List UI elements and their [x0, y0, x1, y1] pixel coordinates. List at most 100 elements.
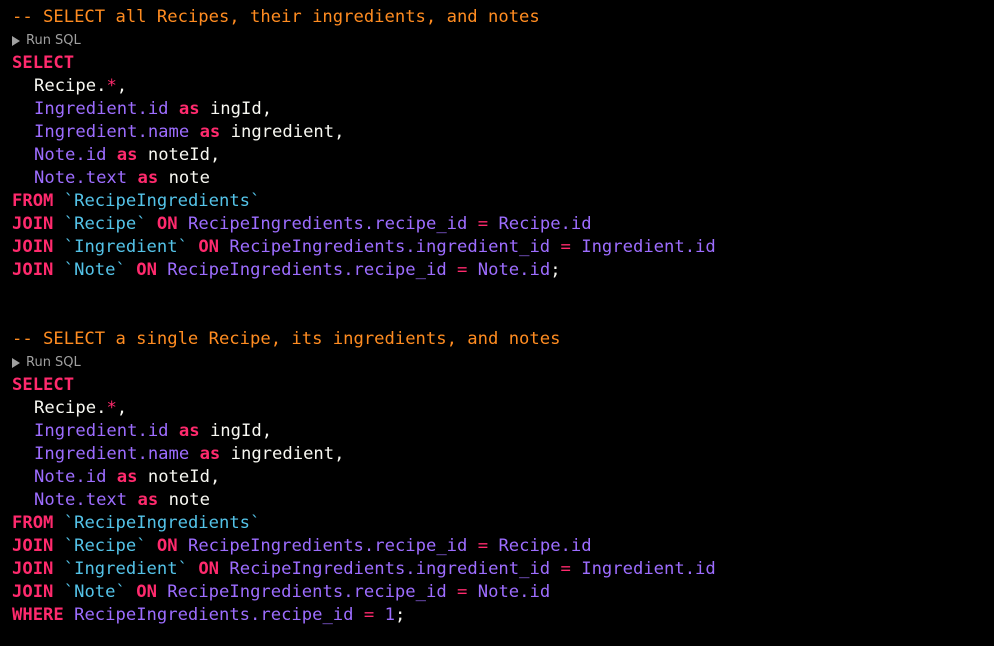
code-line: JOIN `Ingredient` ON RecipeIngredients.i…: [0, 558, 994, 581]
code-line: Ingredient.name as ingredient,: [0, 443, 994, 466]
comma: ,: [116, 398, 128, 418]
run-sql-label: Run SQL: [26, 33, 81, 48]
code-line: FROM `RecipeIngredients`: [0, 512, 994, 535]
column-ref: RecipeIngredients.recipe_id: [187, 214, 468, 234]
column-alias: ingId,: [209, 421, 273, 441]
keyword-join: JOIN: [12, 260, 54, 280]
table-name: `Note`: [63, 260, 126, 280]
keyword-as: as: [178, 421, 200, 441]
keyword-select: SELECT: [12, 375, 75, 395]
code-line: JOIN `Recipe` ON RecipeIngredients.recip…: [0, 535, 994, 558]
comma: ,: [116, 76, 128, 96]
table-name: `Note`: [63, 582, 126, 602]
column-alias: ingId,: [209, 99, 273, 119]
column-alias: ingredient,: [230, 444, 345, 464]
run-sql-label: Run SQL: [26, 355, 81, 370]
equals-operator: =: [457, 260, 468, 280]
keyword-as: as: [137, 168, 159, 188]
code-line: Note.text as note: [0, 167, 994, 190]
equals-operator: =: [477, 214, 489, 234]
code-line: Note.id as noteId,: [0, 144, 994, 167]
column-ref: RecipeIngredients.ingredient_id: [229, 559, 551, 579]
code-line: Recipe.*,: [0, 75, 994, 98]
semicolon: ;: [394, 605, 406, 625]
column-alias: noteId,: [147, 467, 221, 487]
code-line: JOIN `Ingredient` ON RecipeIngredients.i…: [0, 236, 994, 259]
column-ref: RecipeIngredients.recipe_id: [187, 536, 468, 556]
keyword-from: FROM: [12, 513, 54, 533]
code-line: Note.id as noteId,: [0, 466, 994, 489]
table-name: `RecipeIngredients`: [63, 191, 261, 211]
keyword-on: ON: [198, 559, 220, 579]
keyword-on: ON: [156, 536, 178, 556]
column-alias: note: [168, 490, 210, 510]
code-line: JOIN `Note` ON RecipeIngredients.recipe_…: [0, 581, 994, 604]
keyword-on: ON: [156, 214, 178, 234]
column-ref: RecipeIngredients.recipe_id: [74, 605, 354, 625]
equals-operator: =: [477, 536, 489, 556]
star-operator: *: [106, 76, 117, 96]
sql-comment: -- SELECT all Recipes, their ingredients…: [12, 7, 540, 27]
table-name: `Ingredient`: [63, 559, 188, 579]
equals-operator: =: [457, 582, 468, 602]
column-ref: Ingredient.id: [581, 237, 716, 257]
column-ref: RecipeIngredients.recipe_id: [167, 582, 447, 602]
table-name: `Recipe`: [63, 214, 147, 234]
column-ref: Recipe.id: [498, 214, 592, 234]
code-line: WHERE RecipeIngredients.recipe_id = 1;: [0, 604, 994, 627]
code-line: FROM `RecipeIngredients`: [0, 190, 994, 213]
column-ref: Recipe.: [34, 398, 107, 418]
star-operator: *: [106, 398, 117, 418]
keyword-join: JOIN: [12, 582, 54, 602]
code-line: SELECT: [0, 374, 994, 397]
keyword-join: JOIN: [12, 214, 54, 234]
code-line: -- SELECT a single Recipe, its ingredien…: [0, 328, 994, 351]
column-ref: Ingredient.id: [34, 421, 169, 441]
sql-editor[interactable]: -- SELECT all Recipes, their ingredients…: [0, 0, 994, 646]
keyword-join: JOIN: [12, 559, 54, 579]
code-line: -- SELECT all Recipes, their ingredients…: [0, 6, 994, 29]
keyword-from: FROM: [12, 191, 54, 211]
code-line: JOIN `Recipe` ON RecipeIngredients.recip…: [0, 213, 994, 236]
keyword-select: SELECT: [12, 53, 75, 73]
keyword-on: ON: [136, 582, 157, 602]
code-line: Recipe.*,: [0, 397, 994, 420]
column-ref: Ingredient.name: [34, 444, 190, 464]
table-name: `RecipeIngredients`: [63, 513, 261, 533]
column-ref: Note.text: [34, 490, 128, 510]
column-alias: ingredient,: [230, 122, 345, 142]
keyword-on: ON: [136, 260, 157, 280]
column-ref: Note.id: [477, 582, 551, 602]
column-ref: Recipe.: [34, 76, 107, 96]
number-literal: 1: [384, 605, 395, 625]
keyword-on: ON: [198, 237, 220, 257]
code-line: SELECT: [0, 52, 994, 75]
keyword-as: as: [116, 467, 138, 487]
column-ref: RecipeIngredients.recipe_id: [167, 260, 447, 280]
code-line: JOIN `Note` ON RecipeIngredients.recipe_…: [0, 259, 994, 282]
table-name: `Recipe`: [63, 536, 147, 556]
sql-comment: -- SELECT a single Recipe, its ingredien…: [12, 329, 561, 349]
keyword-as: as: [199, 444, 221, 464]
column-ref: Note.text: [34, 168, 128, 188]
run-sql-button[interactable]: Run SQL: [12, 351, 81, 374]
column-alias: noteId,: [147, 145, 221, 165]
code-line: Note.text as note: [0, 489, 994, 512]
column-ref: Ingredient.id: [34, 99, 169, 119]
column-ref: Ingredient.id: [581, 559, 716, 579]
code-line: Ingredient.name as ingredient,: [0, 121, 994, 144]
semicolon: ;: [550, 260, 561, 280]
equals-operator: =: [363, 605, 375, 625]
column-ref: RecipeIngredients.ingredient_id: [229, 237, 551, 257]
code-line: Ingredient.id as ingId,: [0, 420, 994, 443]
column-alias: note: [168, 168, 210, 188]
column-ref: Ingredient.name: [34, 122, 190, 142]
code-line: Ingredient.id as ingId,: [0, 98, 994, 121]
run-sql-row: Run SQL: [0, 29, 994, 52]
run-sql-button[interactable]: Run SQL: [12, 29, 81, 52]
equals-operator: =: [560, 237, 571, 257]
keyword-as: as: [137, 490, 159, 510]
keyword-as: as: [116, 145, 138, 165]
